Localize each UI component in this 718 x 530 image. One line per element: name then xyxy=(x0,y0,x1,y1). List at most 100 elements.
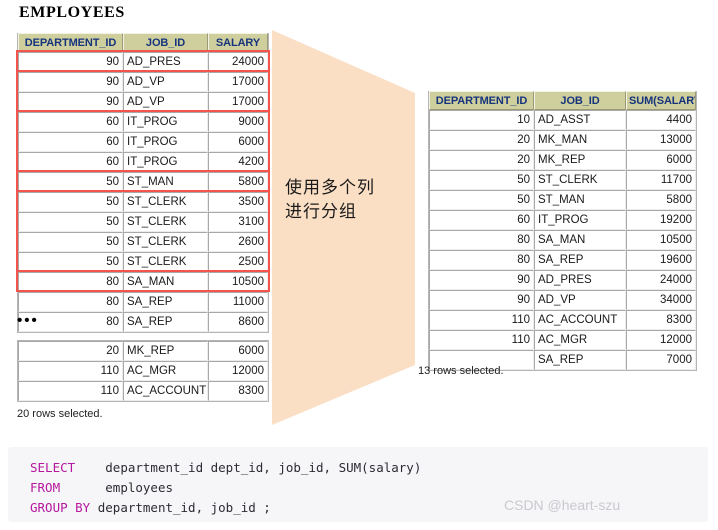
table-row[interactable]: 50 ST_CLERK 2500 xyxy=(18,252,268,272)
table-row[interactable]: 80 SA_MAN 10500 xyxy=(18,272,268,292)
caption-line-2: 进行分组 xyxy=(285,202,357,222)
cell-department-id: 50 xyxy=(18,212,123,232)
cell-salary: 5800 xyxy=(626,190,696,210)
cell-salary: 6000 xyxy=(626,150,696,170)
table-row[interactable]: 50 ST_CLERK 3500 xyxy=(18,192,268,212)
table-row[interactable]: 50 ST_CLERK 11700 xyxy=(429,170,696,190)
cell-salary: 5800 xyxy=(208,172,268,192)
employees-source-grid: DEPARTMENT_ID JOB_ID SALARY 90 AD_PRES 240… xyxy=(17,33,269,333)
cell-salary: 4200 xyxy=(208,152,268,172)
cell-department-id: 20 xyxy=(429,130,534,150)
column-header-job-id[interactable]: JOB_ID xyxy=(123,33,208,52)
table-row[interactable]: 50 ST_MAN 5800 xyxy=(18,172,268,192)
cell-job-id: IT_PROG xyxy=(534,210,626,230)
grouped-result-grid: DEPARTMENT_ID JOB_ID SUM(SALARY) 10AD_AS… xyxy=(428,91,697,371)
table-row[interactable]: 90 AD_PRES 24000 xyxy=(18,52,268,72)
cell-job-id: AC_MGR xyxy=(123,361,208,381)
cell-job-id: ST_CLERK xyxy=(534,170,626,190)
table-row[interactable]: 90 AD_VP 34000 xyxy=(429,290,696,310)
cell-job-id: ST_CLERK xyxy=(123,212,208,232)
cell-department-id: 90 xyxy=(429,270,534,290)
cell-salary: 19600 xyxy=(626,250,696,270)
cell-department-id: 90 xyxy=(18,72,123,92)
cell-job-id: ST_CLERK xyxy=(123,252,208,272)
cell-job-id: SA_MAN xyxy=(534,230,626,250)
table-row[interactable]: 90 AD_VP 17000 xyxy=(18,92,268,112)
sql-body: department_id, job_id ; xyxy=(90,500,271,515)
cell-department-id: 60 xyxy=(18,132,123,152)
cell-salary: 12000 xyxy=(208,361,268,381)
table-row[interactable]: 60 IT_PROG 6000 xyxy=(18,132,268,152)
cell-salary: 10500 xyxy=(626,230,696,250)
cell-job-id: AC_ACCOUNT xyxy=(534,310,626,330)
cell-salary: 34000 xyxy=(626,290,696,310)
table-row[interactable]: 20 MK_MAN 13000 xyxy=(429,130,696,150)
cell-job-id: ST_CLERK xyxy=(123,232,208,252)
sql-line: FROM employees xyxy=(30,478,421,498)
column-header-sum-salary[interactable]: SUM(SALARY) xyxy=(626,91,696,110)
cell-department-id: 60 xyxy=(18,112,123,132)
table-row[interactable]: 80 SA_MAN 10500 xyxy=(429,230,696,250)
table-row[interactable]: 50 ST_CLERK 2600 xyxy=(18,232,268,252)
table-row[interactable]: 110 AC_ACCOUNT 8300 xyxy=(429,310,696,330)
table-row[interactable]: 80 SA_REP 8600 xyxy=(18,312,268,332)
cell-job-id: SA_REP xyxy=(534,250,626,270)
table-row[interactable]: 110 AC_ACCOUNT 8300 xyxy=(18,381,268,401)
table-row[interactable]: 10 AD_ASST 4400 xyxy=(429,110,696,130)
table-row[interactable]: 90 AD_VP 17000 xyxy=(18,72,268,92)
employees-source-grid-continued: 20 MK_REP 6000 110 AC_MGR 12000 110 AC_ACCOUNT 8… xyxy=(17,340,269,402)
rows-ellipsis: ••• xyxy=(17,312,39,329)
cell-department-id: 50 xyxy=(18,172,123,192)
sql-line: SELECT department_id dept_id, job_id, SU… xyxy=(30,458,421,478)
table-row[interactable]: 60 IT_PROG 19200 xyxy=(429,210,696,230)
cell-job-id: SA_REP xyxy=(123,292,208,312)
cell-job-id: AD_PRES xyxy=(534,270,626,290)
cell-department-id: 90 xyxy=(18,92,123,112)
table-row[interactable]: 50 ST_MAN 5800 xyxy=(429,190,696,210)
caption-line-1: 使用多个列 xyxy=(285,178,375,198)
table-row[interactable]: 80 SA_REP 19600 xyxy=(429,250,696,270)
sql-body: employees xyxy=(90,480,174,495)
cell-job-id: MK_REP xyxy=(534,150,626,170)
table-row[interactable]: 80 SA_REP 11000 xyxy=(18,292,268,312)
cell-department-id: 50 xyxy=(429,190,534,210)
table-row[interactable]: 50 ST_CLERK 3100 xyxy=(18,212,268,232)
table-row[interactable]: 60 IT_PROG 4200 xyxy=(18,152,268,172)
cell-salary: 24000 xyxy=(626,270,696,290)
sql-line: GROUP BY department_id, job_id ; xyxy=(30,498,421,518)
cell-job-id: AD_VP xyxy=(123,72,208,92)
cell-job-id: IT_PROG xyxy=(123,112,208,132)
cell-department-id: 50 xyxy=(18,192,123,212)
cell-salary: 3500 xyxy=(208,192,268,212)
cell-department-id: 20 xyxy=(429,150,534,170)
cell-department-id: 60 xyxy=(18,152,123,172)
cell-job-id: IT_PROG xyxy=(123,132,208,152)
cell-job-id: AC_MGR xyxy=(534,330,626,350)
column-header-department-id[interactable]: DEPARTMENT_ID xyxy=(18,33,123,52)
column-header-salary[interactable]: SALARY xyxy=(208,33,268,52)
table-row[interactable]: 90 AD_PRES 24000 xyxy=(429,270,696,290)
cell-job-id: AD_ASST xyxy=(534,110,626,130)
table-row[interactable]: 20 MK_REP 6000 xyxy=(18,341,268,361)
column-header-department-id[interactable]: DEPARTMENT_ID xyxy=(429,91,534,110)
page-title: EMPLOYEES xyxy=(19,4,125,21)
cell-salary: 3100 xyxy=(208,212,268,232)
cell-salary: 6000 xyxy=(208,132,268,152)
table-row[interactable]: 110 AC_MGR 12000 xyxy=(18,361,268,381)
sql-keyword: SELECT xyxy=(30,460,91,475)
cell-job-id: ST_MAN xyxy=(123,172,208,192)
cell-salary: 13000 xyxy=(626,130,696,150)
cell-salary: 8300 xyxy=(626,310,696,330)
cell-department-id: 90 xyxy=(18,52,123,72)
table-row[interactable]: 110 AC_MGR 12000 xyxy=(429,330,696,350)
sql-body: department_id dept_id, job_id, SUM(salar… xyxy=(90,460,422,475)
cell-department-id: 110 xyxy=(429,310,534,330)
table-row[interactable]: 20 MK_REP 6000 xyxy=(429,150,696,170)
cell-salary: 9000 xyxy=(208,112,268,132)
cell-salary: 2500 xyxy=(208,252,268,272)
table-row[interactable]: 60 IT_PROG 9000 xyxy=(18,112,268,132)
cell-salary: 8600 xyxy=(208,312,268,332)
annotation-caption: 使用多个列 进行分组 xyxy=(285,176,415,224)
cell-department-id: 110 xyxy=(429,330,534,350)
column-header-job-id[interactable]: JOB_ID xyxy=(534,91,626,110)
